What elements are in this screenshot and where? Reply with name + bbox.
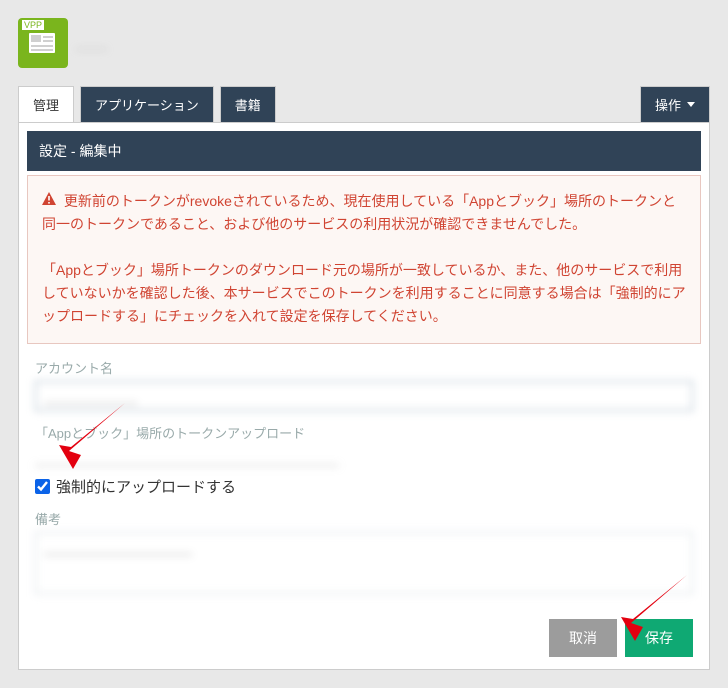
page-title: ____ — [76, 35, 107, 51]
vpp-icon — [18, 18, 68, 68]
tab-books[interactable]: 書籍 — [220, 86, 276, 122]
caret-down-icon — [687, 102, 695, 107]
save-button[interactable]: 保存 — [625, 619, 693, 657]
token-upload-group: 「Appとブック」場所のトークンアップロード _________________… — [35, 423, 693, 497]
account-name-input[interactable] — [35, 381, 693, 411]
token-upload-label: 「Appとブック」場所のトークンアップロード — [35, 423, 693, 442]
action-label: 操作 — [655, 95, 681, 114]
warning-icon — [42, 190, 56, 213]
action-dropdown[interactable]: 操作 — [640, 86, 710, 122]
alert-text-2: 「Appとブック」場所トークンのダウンロード元の場所が一致しているか、また、他の… — [42, 262, 686, 324]
account-name-label: アカウント名 — [35, 358, 693, 377]
panel-title: 設定 - 編集中 — [27, 131, 701, 171]
main-panel: 設定 - 編集中 更新前のトークンがrevokeされているため、現在使用している… — [18, 122, 710, 670]
warning-alert: 更新前のトークンがrevokeされているため、現在使用している「Appとブック」… — [27, 175, 701, 344]
tab-manage[interactable]: 管理 — [18, 86, 74, 122]
account-name-group: アカウント名 — [35, 358, 693, 411]
remarks-group: 備考 — [35, 509, 693, 597]
tab-bar: 管理 アプリケーション 書籍 — [18, 86, 276, 122]
token-upload-value: _______________________________________ — [35, 446, 693, 470]
force-upload-label[interactable]: 強制的にアップロードする — [56, 476, 236, 497]
alert-text-1: 更新前のトークンがrevokeされているため、現在使用している「Appとブック」… — [42, 193, 676, 232]
cancel-button[interactable]: 取消 — [549, 619, 617, 657]
page-header: ____ — [18, 18, 710, 68]
force-upload-checkbox[interactable] — [35, 479, 50, 494]
tab-applications[interactable]: アプリケーション — [80, 86, 214, 122]
remarks-label: 備考 — [35, 509, 693, 528]
remarks-input[interactable] — [35, 532, 693, 594]
